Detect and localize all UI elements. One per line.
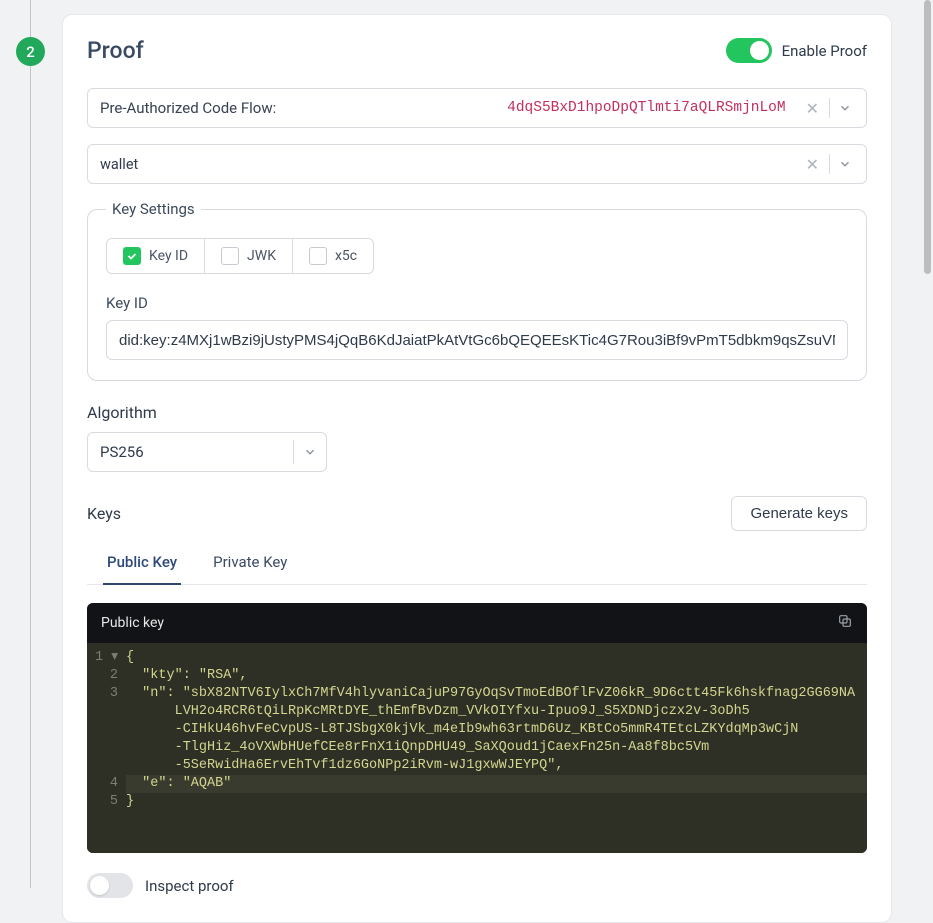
algorithm-select[interactable]: PS256 bbox=[87, 432, 327, 472]
seg-jwk-label: JWK bbox=[247, 248, 276, 264]
algorithm-label: Algorithm bbox=[87, 403, 867, 422]
wallet-select[interactable]: wallet ✕ bbox=[87, 144, 867, 184]
inspect-proof-toggle[interactable] bbox=[87, 873, 133, 898]
checkbox-checked-icon bbox=[123, 247, 141, 265]
seg-key-id[interactable]: Key ID bbox=[107, 239, 205, 273]
seg-jwk[interactable]: JWK bbox=[205, 239, 293, 273]
code-content[interactable]: { "kty": "RSA", "n": "sbX82NTV6IylxCh7Mf… bbox=[126, 649, 867, 813]
seg-x5c-label: x5c bbox=[335, 248, 357, 264]
flow-select[interactable]: Pre-Authorized Code Flow: 4dqS5BxD1hpoDp… bbox=[87, 88, 867, 128]
clear-icon[interactable]: ✕ bbox=[800, 99, 825, 118]
seg-x5c[interactable]: x5c bbox=[293, 239, 373, 273]
key-settings-fieldset: Key Settings Key ID JWK x5c Key ID bbox=[87, 200, 867, 381]
step-badge: 2 bbox=[16, 37, 45, 66]
public-key-code-block: Public key 1 ▾23 45 { "kty": "RSA", "n":… bbox=[87, 603, 867, 853]
checkbox-unchecked-icon bbox=[309, 247, 327, 265]
card-title: Proof bbox=[87, 37, 144, 64]
scrollbar[interactable] bbox=[924, 0, 931, 274]
keys-tabs: Public Key Private Key bbox=[87, 543, 867, 585]
code-title: Public key bbox=[101, 615, 164, 631]
key-id-input[interactable] bbox=[106, 320, 848, 360]
key-id-label: Key ID bbox=[106, 294, 848, 312]
code-gutter: 1 ▾23 45 bbox=[87, 649, 126, 813]
copy-icon[interactable] bbox=[837, 613, 853, 633]
proof-card: Proof Enable Proof Pre-Authorized Code F… bbox=[62, 14, 892, 923]
checkbox-unchecked-icon bbox=[221, 247, 239, 265]
flow-select-label: Pre-Authorized Code Flow: bbox=[100, 99, 276, 117]
chevron-down-icon[interactable] bbox=[834, 101, 856, 115]
algorithm-value: PS256 bbox=[100, 443, 293, 461]
generate-keys-button[interactable]: Generate keys bbox=[731, 496, 867, 531]
keys-label: Keys bbox=[87, 504, 121, 523]
inspect-proof-label: Inspect proof bbox=[145, 877, 234, 895]
wallet-select-value: wallet bbox=[100, 156, 794, 173]
key-format-segmented: Key ID JWK x5c bbox=[106, 238, 374, 274]
chevron-down-icon[interactable] bbox=[834, 157, 856, 171]
tab-private-key[interactable]: Private Key bbox=[209, 543, 291, 584]
flow-select-value: 4dqS5BxD1hpoDpQTlmti7aQLRSmjnLoM bbox=[276, 100, 793, 116]
seg-key-id-label: Key ID bbox=[149, 248, 188, 264]
clear-icon[interactable]: ✕ bbox=[800, 155, 825, 174]
tab-public-key[interactable]: Public Key bbox=[103, 543, 181, 585]
key-settings-legend: Key Settings bbox=[106, 200, 201, 218]
enable-proof-toggle[interactable] bbox=[726, 38, 772, 63]
chevron-down-icon[interactable] bbox=[294, 445, 326, 459]
enable-proof-label: Enable Proof bbox=[782, 42, 867, 60]
